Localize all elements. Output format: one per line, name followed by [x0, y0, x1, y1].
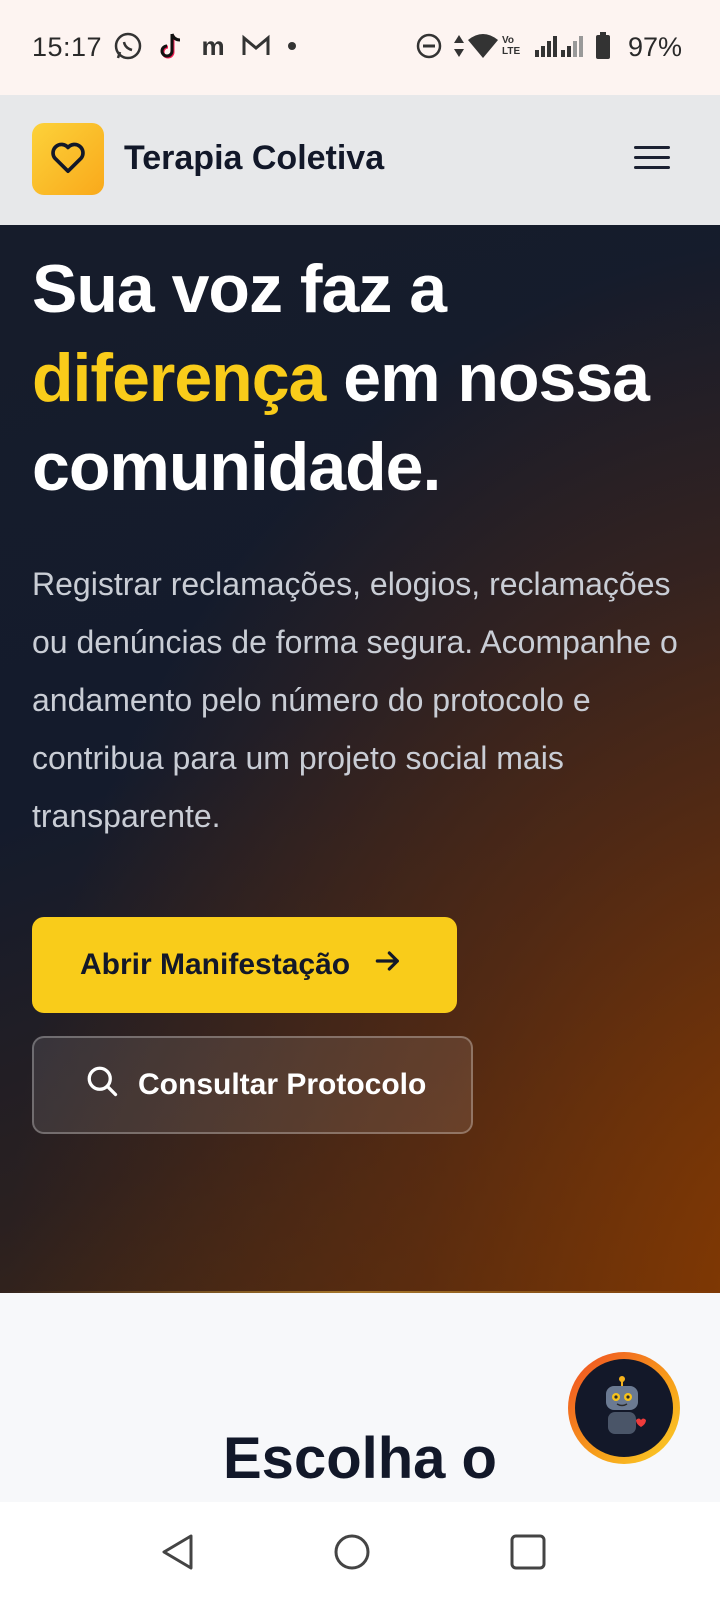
- recents-icon[interactable]: [506, 1530, 550, 1574]
- brand-name[interactable]: Terapia Coletiva: [124, 139, 384, 178]
- robot-icon: [575, 1359, 673, 1457]
- hero-title: Sua voz faz a diferença em nossa comunida…: [32, 245, 692, 512]
- back-icon[interactable]: [156, 1530, 200, 1574]
- battery-icon: [594, 30, 612, 62]
- search-icon: [84, 1063, 120, 1107]
- check-protocol-button[interactable]: Consultar Protocolo: [32, 1036, 473, 1134]
- volte-label: Vo LTE: [502, 35, 521, 57]
- hamburger-menu-icon[interactable]: [634, 139, 670, 175]
- logo[interactable]: [32, 123, 104, 195]
- battery-percentage: 97%: [627, 32, 682, 62]
- gmail-icon: [240, 30, 272, 62]
- tiktok-icon: [156, 30, 186, 62]
- whatsapp-icon: [112, 30, 144, 62]
- signal-icon: [560, 30, 586, 62]
- site-header: Terapia Coletiva: [0, 95, 720, 225]
- check-protocol-label: Consultar Protocolo: [138, 1068, 427, 1101]
- chatbot-button[interactable]: [568, 1352, 680, 1464]
- arrow-right-icon: [372, 945, 404, 985]
- dot-icon: [284, 30, 300, 62]
- home-icon[interactable]: [330, 1530, 374, 1574]
- volte-icon: Vo LTE: [502, 30, 528, 62]
- status-time: 15:17: [32, 32, 103, 62]
- hero-divider: [0, 1291, 720, 1293]
- do-not-disturb-icon: [414, 30, 444, 62]
- heart-icon: [48, 137, 88, 182]
- hero-title-accent: diferença: [32, 340, 326, 416]
- open-manifestation-label: Abrir Manifestação: [80, 948, 351, 981]
- status-bar: 15:17 m Vo LTE 97%: [0, 0, 720, 95]
- system-nav-bar: [0, 1502, 720, 1600]
- hero-section: Sua voz faz a diferença em nossa comunida…: [0, 225, 720, 1293]
- m-app-icon: m: [201, 30, 225, 61]
- signal-icon: [534, 30, 560, 62]
- hero-title-line1: Sua voz faz a: [32, 251, 447, 327]
- open-manifestation-button[interactable]: Abrir Manifestação: [32, 917, 457, 1013]
- wifi-icon: [466, 30, 500, 62]
- hero-description: Registrar reclamações, elogios, reclamaç…: [32, 566, 678, 834]
- data-arrows-icon: [452, 30, 466, 62]
